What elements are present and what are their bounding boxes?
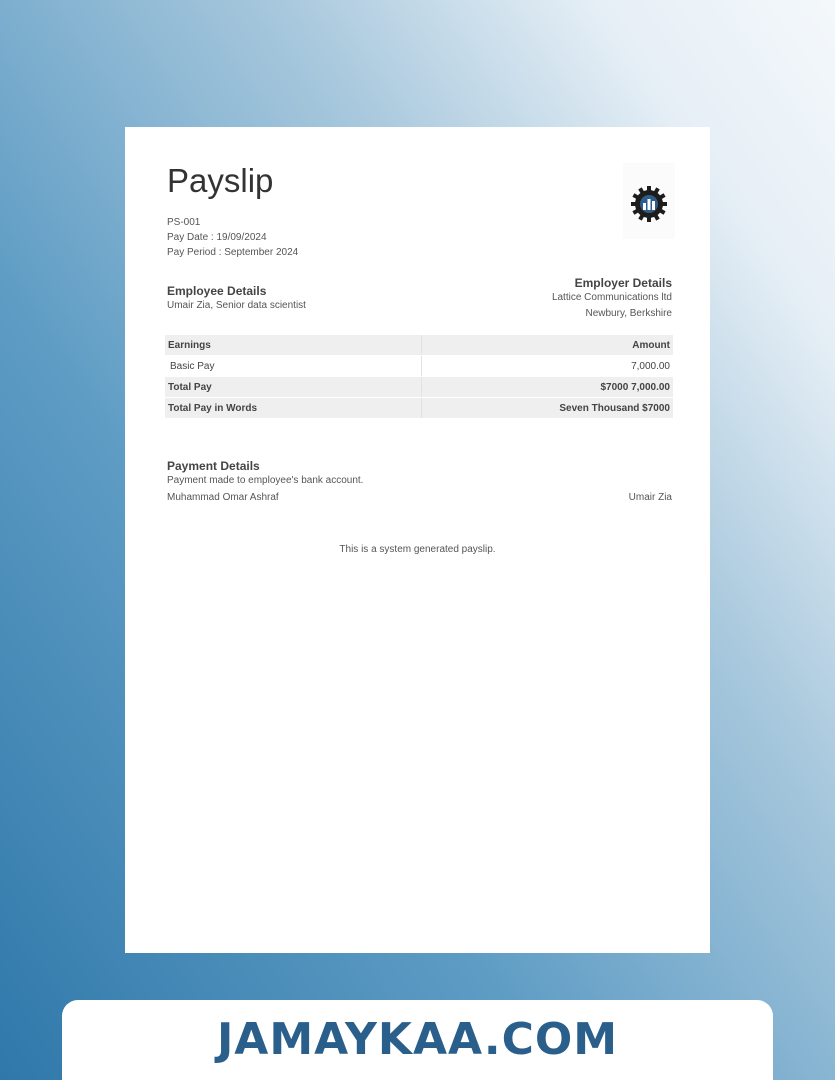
row-amount: Seven Thousand $7000 <box>421 397 673 419</box>
row-amount: $7000 7,000.00 <box>421 376 673 398</box>
payment-details-text: Payment made to employee's bank account. <box>167 475 364 486</box>
employee-details-text: Umair Zia, Senior data scientist <box>167 300 306 311</box>
amount-column-header: Amount <box>421 335 673 356</box>
payslip-number: PS-001 <box>167 217 201 228</box>
table-header-row: Earnings Amount <box>165 335 673 356</box>
table-row: Total Pay in Words Seven Thousand $7000 <box>165 397 673 419</box>
website-banner: JAMAYKAA.COM <box>62 1000 773 1080</box>
system-generated-note: This is a system generated payslip. <box>339 544 496 555</box>
company-logo <box>623 163 675 239</box>
row-amount: 7,000.00 <box>421 355 673 377</box>
employer-location: Newbury, Berkshire <box>585 308 672 319</box>
payment-details-heading: Payment Details <box>167 459 260 473</box>
earnings-table: Earnings Amount Basic Pay 7,000.00 Total… <box>165 335 673 419</box>
payslip-meta: PS-001 Pay Date : 19/09/2024 Pay Period … <box>167 215 298 260</box>
row-label: Total Pay <box>165 376 422 398</box>
table-row: Basic Pay 7,000.00 <box>165 355 673 377</box>
page-title: Payslip <box>167 162 274 199</box>
employer-details-heading: Employer Details <box>574 276 672 290</box>
pay-period: Pay Period : September 2024 <box>167 247 299 258</box>
employer-name: Lattice Communications ltd <box>551 292 672 303</box>
pay-date: Pay Date : 19/09/2024 <box>167 232 267 243</box>
employee-details-heading: Employee Details <box>167 284 267 298</box>
signatory-right: Umair Zia <box>628 492 672 503</box>
earnings-column-header: Earnings <box>165 335 422 356</box>
gear-chart-logo-icon <box>631 186 667 222</box>
signatory-left: Muhammad Omar Ashraf <box>167 492 279 503</box>
banner-text: JAMAYKAA.COM <box>216 1014 619 1065</box>
payslip-document: Payslip PS-001 Pay Date : 19/09/2024 Pay… <box>125 127 710 953</box>
row-label: Total Pay in Words <box>165 397 422 419</box>
row-label: Basic Pay <box>165 355 422 377</box>
table-row: Total Pay $7000 7,000.00 <box>165 376 673 398</box>
